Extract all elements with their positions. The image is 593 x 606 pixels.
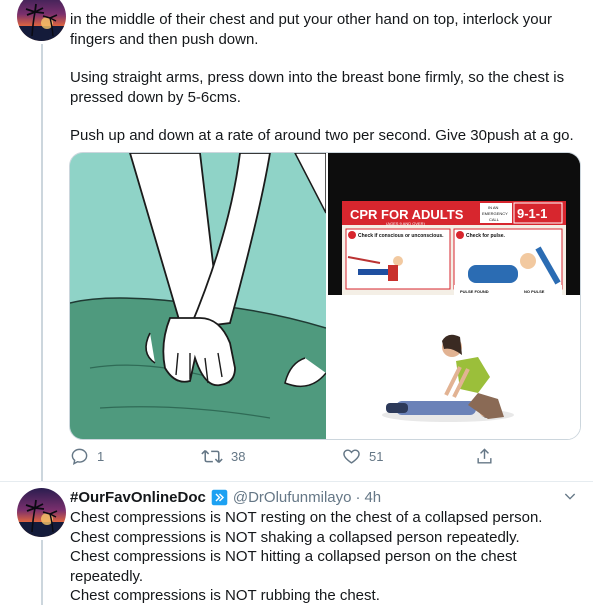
cpr-person-illustration [328,297,580,439]
heart-icon [343,449,360,464]
tweet-body-second: Chest compressions is NOT resting on the… [70,508,542,606]
share-button[interactable] [475,447,494,466]
reply-button[interactable]: 1 [70,447,104,466]
tweet-paragraph: Push up and down at a rate of around two… [70,126,574,146]
tweet-line: repeatedly. [70,567,144,585]
more-menu-button[interactable] [562,488,578,509]
cpr-poster-graphic: CPR FOR ADULTS (AGES 9 AND OVER) IN AN E… [328,153,580,295]
media-image-cpr-poster[interactable]: CPR FOR ADULTS (AGES 9 AND OVER) IN AN E… [328,153,580,295]
poster-emergency-1: IN AN [488,205,499,210]
poster-subtitle: (AGES 9 AND OVER) [386,221,426,226]
media-grid[interactable]: CPR FOR ADULTS (AGES 9 AND OVER) IN AN E… [69,152,581,440]
media-image-hands[interactable] [70,153,327,439]
poster-emergency-3: CALL [489,217,500,222]
tweet-line: in the middle of their chest and put you… [70,11,552,28]
tweet-header: #OurFavOnlineDoc @DrOlufunmilayo · 4h [70,488,381,507]
timestamp[interactable]: 4h [364,488,381,507]
tweet-line: Chest compressions is NOT hitting a coll… [70,548,517,565]
tweet-line: Push up and down at a rate of around two… [70,127,574,144]
palm-sunset-image [17,3,66,41]
avatar[interactable] [17,0,66,41]
poster-emergency-2: EMERGENCY [482,211,508,216]
thread-line [41,44,43,481]
poster-911: 9-1-1 [517,206,547,221]
display-name[interactable]: #OurFavOnlineDoc [70,488,206,507]
tweet-line: fingers and then push down. [70,30,259,48]
reply-icon [71,448,88,465]
chevron-down-icon [564,493,576,500]
user-handle[interactable]: @DrOlufunmilayo [233,488,352,507]
retweet-icon [201,450,223,463]
retweet-count: 38 [231,449,246,464]
avatar[interactable] [17,488,66,537]
like-count: 51 [369,449,384,464]
media-image-cpr-person[interactable] [328,297,580,439]
share-icon [477,448,492,464]
tweet-line: Chest compressions is NOT shaking a coll… [70,528,520,546]
tweet-paragraph: Using straight arms, press down into the… [70,68,564,107]
palm-sunset-image [17,499,66,537]
tweet-line: Using straight arms, press down into the… [70,69,565,86]
poster-footer-right: NO PULSE [524,289,545,294]
like-button[interactable]: 51 [342,447,383,466]
poster-step1: Check if conscious or unconscious. [358,233,444,239]
thread-line-second [41,540,43,605]
poster-step4: Check for pulse. [466,233,506,239]
tweet-line: Chest compressions is NOT rubbing the ch… [70,587,380,604]
cpr-hands-illustration [70,153,327,439]
reply-count: 1 [97,449,105,464]
retweet-button[interactable]: 38 [201,447,245,466]
poster-title: CPR FOR ADULTS [350,207,464,222]
tweet-actions: 1 38 51 [70,447,530,471]
tweet-line: pressed down by 5-6cms. [70,88,241,106]
medical-emoji-icon [211,489,228,506]
tweet-line: Chest compressions is NOT resting on the… [70,509,543,526]
separator-dot: · [355,489,361,506]
tweet-divider [0,481,593,482]
tweet-body: in the middle of their chest and put you… [70,10,552,49]
poster-footer-left: PULSE FOUND [460,289,489,294]
